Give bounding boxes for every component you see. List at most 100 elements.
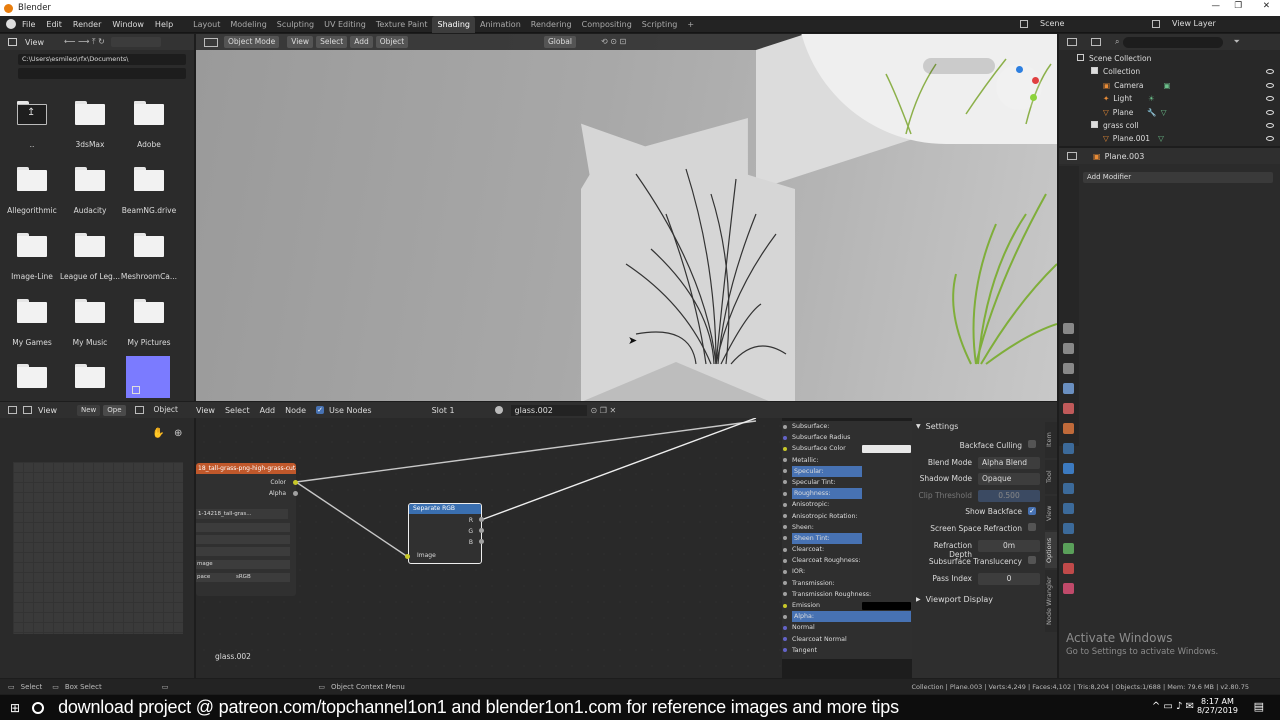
bsdf-input-anisotropic[interactable]: Anisotropic:: [782, 499, 912, 510]
folder-3dsmax[interactable]: [75, 101, 105, 125]
image-thumbnail[interactable]: [126, 356, 170, 398]
folder-adobe[interactable]: [134, 101, 164, 125]
close-button[interactable]: ✕: [1263, 1, 1270, 11]
node-editor-canvas[interactable]: 18_tall-grass-png-high-grass-cut-o... Co…: [196, 418, 782, 678]
snap-icon[interactable]: ⟲ ⊙ ⊡: [601, 37, 626, 46]
outliner-item-plane[interactable]: ▽ Plane 🔧 ▽: [1059, 106, 1280, 119]
bsdf-input-subsurface[interactable]: Subsurface:: [782, 421, 912, 432]
backface-culling-checkbox[interactable]: [1028, 440, 1036, 450]
sidebar-tab-view[interactable]: View: [1045, 496, 1057, 530]
bsdf-input-sheen-tint[interactable]: Sheen Tint:: [782, 532, 912, 545]
viewport-nav-buttons[interactable]: [923, 58, 995, 74]
node-view-menu[interactable]: View: [196, 406, 215, 415]
minimize-button[interactable]: —: [1212, 1, 1221, 11]
node-add-menu[interactable]: Add: [260, 406, 276, 415]
folder-allegorithmic[interactable]: [17, 167, 47, 191]
search-icon[interactable]: ⌕: [1115, 37, 1119, 47]
maximize-button[interactable]: ❐: [1234, 1, 1242, 11]
outliner-item-collection[interactable]: Collection: [1059, 65, 1280, 78]
shader-editor-type-icon[interactable]: [134, 406, 144, 414]
y-axis-icon[interactable]: [1030, 94, 1037, 101]
object-tab-icon[interactable]: [1063, 443, 1074, 454]
use-nodes-checkbox[interactable]: ✓: [316, 406, 325, 414]
viewport-select-menu[interactable]: Select: [316, 36, 348, 48]
menu-render[interactable]: Render: [73, 20, 101, 29]
notifications-icon[interactable]: ▤: [1254, 700, 1264, 713]
image-name-field[interactable]: 1-14218_tall-gras...: [196, 509, 288, 519]
texture-tab-icon[interactable]: [1063, 583, 1074, 594]
image-editor-mode-icon[interactable]: [23, 406, 32, 414]
outliner-item-camera[interactable]: ▣ Camera ▣: [1059, 79, 1280, 92]
blend-mode-dropdown[interactable]: Alpha Blend: [978, 456, 1040, 469]
clip-threshold-field[interactable]: 0.500: [978, 489, 1040, 502]
render-tab-icon[interactable]: [1063, 343, 1074, 354]
visibility-eye-icon[interactable]: [1266, 69, 1274, 75]
menu-edit[interactable]: Edit: [46, 20, 62, 29]
scene-tab-icon[interactable]: [1063, 403, 1074, 414]
folder-image-line[interactable]: [17, 233, 47, 257]
folder-item[interactable]: [75, 364, 105, 388]
bsdf-input-specular[interactable]: Specular:: [782, 465, 912, 477]
outliner-item-scene-collection[interactable]: Scene Collection: [1059, 52, 1280, 65]
bsdf-input-metallic[interactable]: Metallic:: [782, 455, 912, 466]
colorspace-dropdown[interactable]: sRGB: [236, 573, 251, 582]
sidebar-tab-item[interactable]: Item: [1045, 422, 1057, 458]
bsdf-input-anisotropic-rotation[interactable]: Anisotropic Rotation:: [782, 511, 912, 522]
visibility-eye-icon[interactable]: [1266, 122, 1274, 128]
folder-league[interactable]: [75, 233, 105, 257]
bsdf-input-clearcoat-normal[interactable]: Clearcoat Normal: [782, 634, 912, 645]
tab-rendering[interactable]: Rendering: [526, 16, 577, 33]
display-mode-icon[interactable]: [1091, 38, 1101, 46]
r-socket[interactable]: [479, 517, 484, 522]
menu-window[interactable]: Window: [112, 20, 144, 29]
sidebar-tab-options[interactable]: Options: [1045, 532, 1057, 568]
node-select-menu[interactable]: Select: [225, 406, 250, 415]
menu-help[interactable]: Help: [155, 20, 173, 29]
bsdf-input-subsurface-radius[interactable]: Subsurface Radius: [782, 432, 912, 443]
image-texture-node[interactable]: 18_tall-grass-png-high-grass-cut-o... Co…: [196, 463, 296, 596]
subsurface-color-swatch[interactable]: [862, 445, 911, 454]
shadow-mode-dropdown[interactable]: Opaque: [978, 473, 1040, 486]
pass-index-field[interactable]: 0: [978, 572, 1040, 585]
node-node-menu[interactable]: Node: [285, 406, 306, 415]
viewport-object-menu[interactable]: Object: [375, 36, 409, 48]
image-editor[interactable]: ✋ ⊕: [0, 418, 194, 678]
physics-tab-icon[interactable]: [1063, 503, 1074, 514]
outliner-editor-icon[interactable]: [1067, 38, 1077, 46]
shader-type-dropdown[interactable]: Object: [149, 404, 182, 416]
projection-dropdown[interactable]: [196, 535, 290, 544]
bsdf-input-transmission[interactable]: Transmission:: [782, 578, 912, 589]
folder-beamng[interactable]: [134, 167, 164, 191]
bsdf-input-roughness[interactable]: Roughness:: [782, 488, 912, 500]
blender-menu-icon[interactable]: [6, 19, 16, 29]
zoom-icon[interactable]: ⊕: [174, 428, 182, 439]
properties-editor-icon[interactable]: [1067, 152, 1077, 160]
outliner-item-grass-coll[interactable]: grass coll: [1059, 119, 1280, 132]
outliner-item-light[interactable]: ✦ Light ☀: [1059, 92, 1280, 105]
bsdf-input-clearcoat-roughness[interactable]: Clearcoat Roughness:: [782, 555, 912, 566]
tab-animation[interactable]: Animation: [475, 16, 526, 33]
outliner-item-plane-001[interactable]: ▽ Plane.001 ▽: [1059, 132, 1280, 145]
search-input[interactable]: [1123, 36, 1224, 48]
image-canvas[interactable]: [13, 462, 183, 634]
material-tab-icon[interactable]: [1063, 563, 1074, 574]
folder-my-music[interactable]: [75, 299, 105, 323]
alpha-socket[interactable]: [293, 491, 298, 496]
world-tab-icon[interactable]: [1063, 423, 1074, 434]
tab-modeling[interactable]: Modeling: [225, 16, 271, 33]
visibility-eye-icon[interactable]: [1266, 109, 1274, 115]
modifier-tab-icon[interactable]: [1063, 463, 1074, 474]
add-modifier-dropdown[interactable]: Add Modifier: [1083, 172, 1273, 183]
material-name-field[interactable]: glass.002: [510, 404, 587, 416]
tab-texture-paint[interactable]: Texture Paint: [371, 16, 433, 33]
view-layer-tab-icon[interactable]: [1063, 383, 1074, 394]
taskbar-clock[interactable]: 8:17 AM 8/27/2019: [1197, 697, 1238, 715]
view-layer-selector[interactable]: View Layer: [1152, 19, 1216, 28]
z-axis-icon[interactable]: [1016, 66, 1023, 73]
image-editor-type-icon[interactable]: [8, 406, 17, 414]
folder-item[interactable]: [17, 364, 47, 388]
particles-tab-icon[interactable]: [1063, 483, 1074, 494]
sss-translucency-checkbox[interactable]: [1028, 556, 1036, 566]
tab-uv-editing[interactable]: UV Editing: [319, 16, 371, 33]
refraction-depth-field[interactable]: 0m: [978, 539, 1040, 552]
